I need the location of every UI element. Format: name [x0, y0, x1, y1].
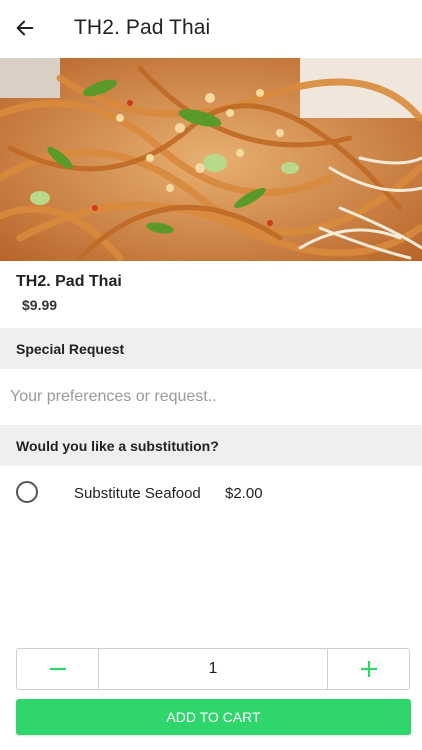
quantity-stepper: 1	[16, 648, 410, 690]
plus-icon	[360, 661, 377, 677]
quantity-value: 1	[208, 660, 218, 677]
increase-button[interactable]	[327, 649, 409, 689]
page-title: TH2. Pad Thai	[74, 16, 211, 39]
decrease-button[interactable]	[17, 649, 99, 689]
add-to-cart-button[interactable]: ADD TO CART	[16, 699, 411, 735]
back-button[interactable]	[12, 15, 38, 41]
app-header: TH2. Pad Thai	[0, 0, 422, 58]
option-price: $2.00	[225, 485, 263, 502]
food-photo	[0, 58, 422, 261]
option-label: Substitute Seafood	[74, 485, 201, 502]
radio-button[interactable]	[16, 481, 38, 503]
special-request-input[interactable]	[0, 369, 422, 425]
substitution-heading: Would you like a substitution?	[0, 425, 422, 466]
minus-icon	[49, 667, 66, 671]
arrow-left-icon	[16, 20, 34, 36]
special-request-heading: Special Request	[0, 328, 422, 369]
item-name: TH2. Pad Thai	[16, 273, 122, 290]
item-price: $9.99	[22, 297, 58, 313]
substitution-option[interactable]: Substitute Seafood $2.00	[0, 470, 422, 516]
